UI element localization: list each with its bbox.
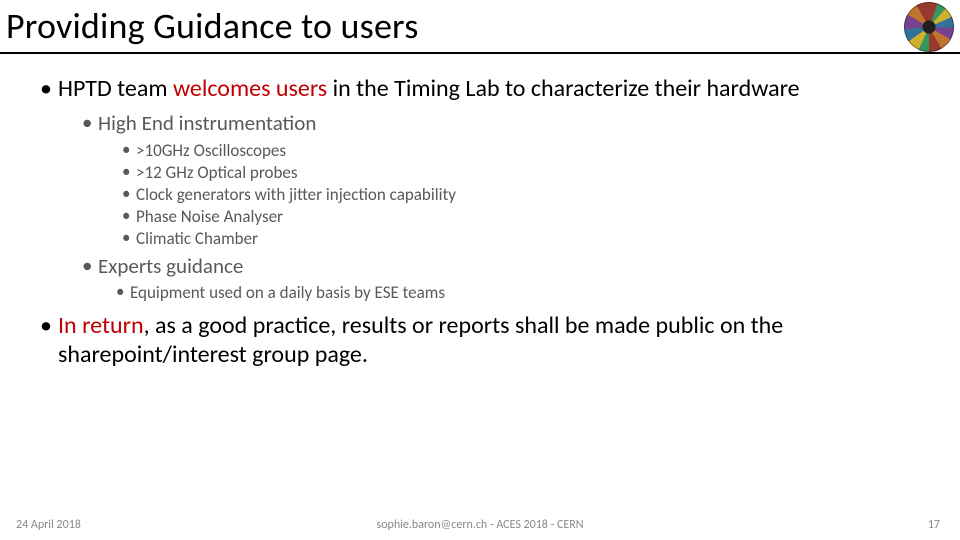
text-accent: welcomes users <box>173 74 327 103</box>
text-accent: In return <box>58 311 144 340</box>
text: , as a good practice, results or reports… <box>58 311 783 369</box>
text: Experts guidance <box>98 253 243 279</box>
text: HPTD team <box>58 74 173 103</box>
slide: Providing Guidance to users HPTD team we… <box>0 0 960 540</box>
text: Clock generators with jitter injection c… <box>136 184 456 205</box>
bullet-sub-instrumentation: High End instrumentation >10GHz Oscillos… <box>98 109 920 250</box>
list-item: Clock generators with jitter injection c… <box>136 184 920 206</box>
text: Climatic Chamber <box>136 228 258 249</box>
text: High End instrumentation <box>98 110 316 136</box>
slide-title: Providing Guidance to users <box>6 4 418 48</box>
list-item: >12 GHz Optical probes <box>136 162 920 184</box>
text: in the Timing Lab to characterize their … <box>327 74 799 103</box>
list-item: Climatic Chamber <box>136 228 920 250</box>
event-display-logo-icon <box>904 2 954 52</box>
footer: 24 April 2018 sophie.baron@cern.ch - ACE… <box>0 512 960 532</box>
body-content: HPTD team welcomes users in the Timing L… <box>40 74 920 375</box>
title-row: Providing Guidance to users <box>0 0 960 54</box>
bullet-main-1: HPTD team welcomes users in the Timing L… <box>58 74 920 305</box>
text: >12 GHz Optical probes <box>136 162 298 183</box>
bullet-main-2: In return, as a good practice, results o… <box>58 311 920 370</box>
text: Phase Noise Analyser <box>136 206 283 227</box>
bullet-sub-experts: Experts guidance Equipment used on a dai… <box>98 252 920 304</box>
footer-center: sophie.baron@cern.ch - ACES 2018 - CERN <box>0 518 960 532</box>
text: >10GHz Oscilloscopes <box>136 140 286 161</box>
page-number: 17 <box>928 518 940 532</box>
list-item: Equipment used on a daily basis by ESE t… <box>130 282 920 304</box>
list-item: >10GHz Oscilloscopes <box>136 140 920 162</box>
list-item: Phase Noise Analyser <box>136 206 920 228</box>
text: Equipment used on a daily basis by ESE t… <box>130 282 445 303</box>
